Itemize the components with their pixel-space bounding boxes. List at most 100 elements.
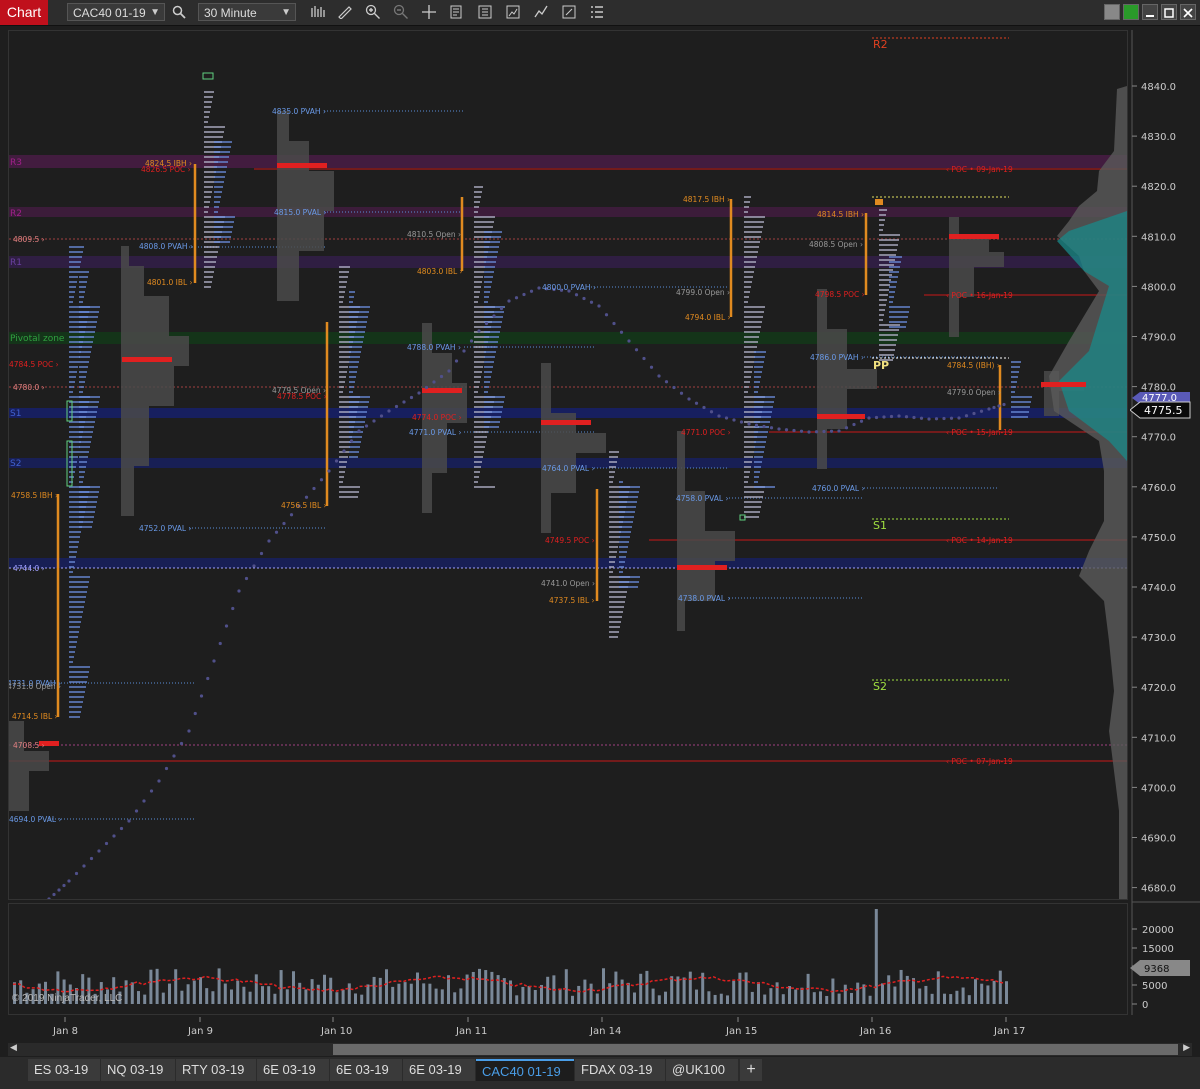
tab-rty[interactable]: RTY 03-19 xyxy=(176,1059,256,1081)
tab-6e-3[interactable]: 6E 03-19 xyxy=(403,1059,475,1081)
tab-6e-1[interactable]: 6E 03-19 xyxy=(257,1059,329,1081)
scrollbar-thumb[interactable] xyxy=(333,1044,1178,1055)
vwap-dot xyxy=(157,779,161,783)
volume-bar xyxy=(961,987,965,1004)
interval-selector[interactable]: 30 Minute ▼ xyxy=(198,3,296,21)
tab-nq[interactable]: NQ 03-19 xyxy=(101,1059,175,1081)
volume-bar xyxy=(936,971,940,1004)
pivot-label-s2: S2 xyxy=(10,459,21,469)
tpo-row xyxy=(69,461,77,463)
horizontal-scrollbar[interactable]: ◀ ▶ xyxy=(8,1043,1192,1056)
zoom-in-icon[interactable] xyxy=(364,3,382,21)
r2-band xyxy=(9,207,1127,217)
tpo-row xyxy=(69,696,84,698)
tab-6e-2[interactable]: 6E 03-19 xyxy=(330,1059,402,1081)
vwap-dot xyxy=(642,356,646,361)
crosshair-icon[interactable] xyxy=(420,3,438,21)
time-axis[interactable]: Jan 8 Jan 9 Jan 10 Jan 11 Jan 14 Jan 15 Jan 16… xyxy=(8,1017,1128,1041)
add-tab-button[interactable]: + xyxy=(740,1059,762,1081)
tpo-row xyxy=(214,226,233,228)
screenshot-icon[interactable] xyxy=(560,3,578,21)
tpo-row xyxy=(754,401,774,403)
list-icon[interactable] xyxy=(588,3,606,21)
price-tick-label: 4810.0 xyxy=(1141,232,1176,243)
search-icon[interactable] xyxy=(170,3,188,21)
vwap-dot xyxy=(231,606,235,611)
close-icon[interactable] xyxy=(1180,4,1196,20)
bar-type-icon[interactable] xyxy=(309,3,327,21)
tpo-row xyxy=(79,296,84,298)
tpo-row xyxy=(744,466,751,468)
tpo-row xyxy=(474,466,481,468)
chevron-down-icon: ▼ xyxy=(281,7,291,18)
tpo-row xyxy=(619,576,640,578)
tpo-row xyxy=(619,581,639,583)
tpo-row xyxy=(484,276,493,278)
tpo-row xyxy=(609,596,626,598)
maximize-icon[interactable] xyxy=(1161,4,1177,20)
volume-bar xyxy=(893,986,897,1004)
drawing-tools-icon[interactable] xyxy=(532,3,550,21)
zoom-out-icon[interactable] xyxy=(392,3,410,21)
volume-bar xyxy=(279,970,283,1004)
instrument-selector[interactable]: CAC40 01-19 ▼ xyxy=(67,3,165,21)
chart-title-tab[interactable]: Chart xyxy=(0,0,48,25)
tpo-row xyxy=(474,301,478,303)
volume-bar xyxy=(273,993,277,1004)
tpo-row xyxy=(69,686,86,688)
volume-bar xyxy=(998,970,1002,1004)
tpo-row xyxy=(79,491,99,493)
vwap-dot xyxy=(597,304,601,308)
tpo-row xyxy=(484,401,504,403)
vwap-dot xyxy=(127,819,131,823)
scroll-left-icon[interactable]: ◀ xyxy=(10,1043,17,1053)
tpo-row xyxy=(744,281,752,283)
tpo-row xyxy=(754,446,765,448)
tpo-row xyxy=(744,196,751,198)
vwap-dot xyxy=(709,410,714,414)
price-axis[interactable]: 4840.0 4830.0 4820.0 4810.0 4800.0 4790.0 4780… xyxy=(1130,30,1200,1015)
vwap-dot xyxy=(724,416,729,420)
strategies-icon[interactable] xyxy=(504,3,522,21)
volume-bar xyxy=(688,971,692,1004)
data-box-icon[interactable] xyxy=(448,3,466,21)
draw-icon[interactable] xyxy=(336,3,354,21)
volume-bar xyxy=(974,979,977,1004)
vwap-dot xyxy=(934,417,939,421)
tab-es[interactable]: ES 03-19 xyxy=(28,1059,100,1081)
price-tick-label: 4800.0 xyxy=(1141,282,1176,293)
vwap-dot xyxy=(282,521,286,526)
tpo-row xyxy=(879,264,894,266)
volume-bar xyxy=(403,982,407,1004)
tab-cac40[interactable]: CAC40 01-19 xyxy=(476,1059,574,1081)
tpo-row xyxy=(484,311,504,313)
volume-bar xyxy=(819,991,822,1004)
tpo-row xyxy=(214,221,234,223)
vwap-dot xyxy=(762,424,766,429)
tpo-row xyxy=(474,271,484,273)
link-color-icon[interactable] xyxy=(1123,4,1139,20)
tab-fdax[interactable]: FDAX 03-19 xyxy=(575,1059,665,1081)
tpo-row xyxy=(79,446,90,448)
volume-bar xyxy=(732,980,736,1004)
pivot-label-r2: R2 xyxy=(10,209,22,219)
tpo-row xyxy=(754,391,758,393)
vwap-dot xyxy=(919,416,924,420)
scroll-right-icon[interactable]: ▶ xyxy=(1183,1043,1190,1053)
tpo-row xyxy=(79,371,87,373)
copyright-text: © 2019 NinjaTrader, LLC xyxy=(12,993,123,1004)
tab-uk100[interactable]: @UK100 xyxy=(666,1059,738,1081)
tpo-row xyxy=(484,256,497,258)
price-panel[interactable]: R3 R2 R1 Pivotal zone S1 S2 R2 PP S1 S2 … xyxy=(7,30,1128,901)
tpo-row xyxy=(609,476,614,478)
volume-bar xyxy=(713,994,717,1004)
tpo-row xyxy=(204,281,212,283)
volume-panel[interactable] xyxy=(8,903,1128,1015)
tpo-row xyxy=(204,106,211,108)
window-color-icon[interactable] xyxy=(1104,4,1120,20)
volume-bar xyxy=(205,988,209,1004)
volume-bar xyxy=(614,971,618,1004)
volume-bar xyxy=(726,995,729,1004)
minimize-icon[interactable] xyxy=(1142,4,1158,20)
properties-icon[interactable] xyxy=(476,3,494,21)
